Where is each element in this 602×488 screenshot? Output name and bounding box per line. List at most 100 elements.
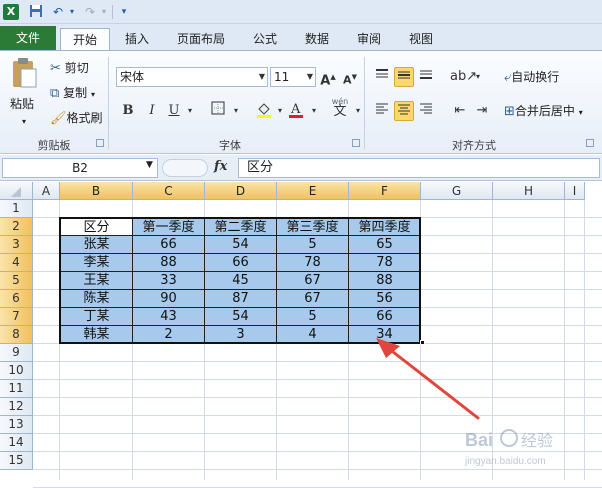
copy-label: 复制 bbox=[63, 86, 88, 100]
row-header-13[interactable]: 13 bbox=[0, 416, 33, 434]
clipboard-launcher-icon[interactable] bbox=[96, 139, 104, 147]
tab-view[interactable]: 视图 bbox=[400, 28, 442, 50]
bold-button[interactable]: B bbox=[118, 101, 138, 121]
row-header-12[interactable]: 12 bbox=[0, 398, 33, 416]
column-header-h[interactable]: H bbox=[493, 182, 565, 200]
paste-button[interactable]: 粘贴 bbox=[10, 95, 34, 113]
merge-center-button[interactable]: ⊞合并后居中 ▾ bbox=[504, 102, 583, 122]
tab-formulas[interactable]: 公式 bbox=[244, 28, 286, 50]
row-header-2[interactable]: 2 bbox=[0, 218, 33, 236]
name-box[interactable]: B2 bbox=[2, 158, 158, 178]
row-header-5[interactable]: 5 bbox=[0, 272, 33, 290]
tab-page-layout[interactable]: 页面布局 bbox=[168, 28, 234, 50]
borders-icon[interactable] bbox=[208, 101, 228, 121]
cut-button[interactable]: ✂ 剪切 bbox=[50, 59, 89, 78]
row-header-10[interactable]: 10 bbox=[0, 362, 33, 380]
font-color-icon[interactable]: A bbox=[286, 101, 306, 121]
annotation-arrow bbox=[376, 338, 480, 420]
row-header-4[interactable]: 4 bbox=[0, 254, 33, 272]
align-center-icon[interactable] bbox=[394, 101, 414, 121]
column-header-a[interactable]: A bbox=[33, 182, 60, 200]
increase-indent-icon[interactable]: ⇥ bbox=[472, 101, 492, 121]
gridline-row bbox=[33, 415, 602, 416]
brush-icon: 🖌 bbox=[50, 111, 67, 126]
phonetic-dropdown-icon[interactable]: ▾ bbox=[348, 101, 368, 121]
tab-data[interactable]: 数据 bbox=[296, 28, 338, 50]
merge-dropdown-icon[interactable]: ▾ bbox=[579, 108, 583, 117]
copy-button[interactable]: ⧉ 复制 ▾ bbox=[50, 84, 95, 104]
paste-dropdown-icon[interactable]: ▾ bbox=[22, 113, 26, 131]
save-icon[interactable] bbox=[28, 4, 44, 20]
align-middle-icon[interactable] bbox=[394, 67, 414, 87]
font-name-dropdown-icon[interactable]: ▼ bbox=[259, 68, 265, 86]
excel-icon[interactable]: X bbox=[3, 4, 19, 20]
font-size-combo[interactable]: 11 ▼ bbox=[270, 67, 316, 87]
copy-dropdown-icon[interactable]: ▾ bbox=[91, 90, 95, 99]
font-name-combo[interactable]: 宋体 ▼ bbox=[116, 67, 268, 87]
row-header-9[interactable]: 9 bbox=[0, 344, 33, 362]
svg-text:jingyan.baidu.com: jingyan.baidu.com bbox=[464, 456, 546, 467]
customize-icon[interactable]: ▾ bbox=[116, 4, 132, 20]
align-top-icon[interactable] bbox=[372, 67, 392, 87]
formula-bar: B2 ▼ fx 区分 bbox=[0, 155, 602, 181]
column-header-c[interactable]: C bbox=[133, 182, 205, 200]
alignment-launcher-icon[interactable] bbox=[586, 139, 594, 147]
align-left-icon[interactable] bbox=[372, 101, 392, 121]
tab-home[interactable]: 开始 bbox=[60, 28, 110, 50]
row-header-8[interactable]: 8 bbox=[0, 326, 33, 344]
row-header-14[interactable]: 14 bbox=[0, 434, 33, 452]
alignment-group-label: 对齐方式 bbox=[452, 139, 496, 152]
orientation-dropdown-icon[interactable]: ▾ bbox=[468, 67, 488, 87]
gridline-row bbox=[33, 379, 602, 380]
wrap-text-button[interactable]: ⤶自动换行 bbox=[504, 68, 559, 87]
column-header-d[interactable]: D bbox=[205, 182, 277, 200]
font-group-label: 字体 bbox=[219, 139, 241, 152]
font-launcher-icon[interactable] bbox=[352, 139, 360, 147]
font-size-dropdown-icon[interactable]: ▼ bbox=[307, 68, 313, 86]
align-right-icon[interactable] bbox=[416, 101, 436, 121]
ribbon-tabs: 文件 开始 插入 页面布局 公式 数据 审阅 视图 bbox=[0, 24, 602, 50]
row-header-15[interactable]: 15 bbox=[0, 452, 33, 470]
column-header-i[interactable]: I bbox=[565, 182, 585, 200]
cut-label: 剪切 bbox=[64, 61, 89, 75]
italic-button[interactable]: I bbox=[142, 101, 162, 121]
row-header-11[interactable]: 11 bbox=[0, 380, 33, 398]
borders-dropdown-icon[interactable]: ▾ bbox=[226, 101, 246, 121]
gridline-row bbox=[33, 397, 602, 398]
merge-center-label: 合并后居中 bbox=[514, 104, 575, 118]
clipboard-group-label: 剪贴板 bbox=[37, 139, 71, 152]
row-header-7[interactable]: 7 bbox=[0, 308, 33, 326]
select-all-corner[interactable] bbox=[0, 182, 33, 200]
decrease-indent-icon[interactable]: ⇤ bbox=[450, 101, 470, 121]
svg-text:Bai: Bai bbox=[465, 430, 493, 450]
shrink-font-icon[interactable]: A▼ bbox=[340, 67, 360, 87]
formula-input[interactable]: 区分 bbox=[238, 158, 600, 178]
column-header-f[interactable]: F bbox=[349, 182, 421, 200]
svg-text:经验: 经验 bbox=[521, 431, 553, 450]
underline-dropdown-icon[interactable]: ▾ bbox=[180, 101, 200, 121]
name-box-dropdown-icon[interactable]: ▼ bbox=[146, 160, 153, 170]
redo-dropdown-icon[interactable]: ▾ bbox=[96, 4, 112, 20]
row-header-1[interactable]: 1 bbox=[0, 200, 33, 218]
tab-insert[interactable]: 插入 bbox=[116, 28, 158, 50]
copy-icon: ⧉ bbox=[50, 86, 60, 101]
tab-review[interactable]: 审阅 bbox=[348, 28, 390, 50]
paste-icon[interactable] bbox=[10, 57, 42, 93]
column-header-b[interactable]: B bbox=[60, 182, 133, 200]
qat-separator bbox=[112, 5, 113, 19]
insert-function-icon[interactable]: fx bbox=[214, 159, 227, 174]
font-color-dropdown-icon[interactable]: ▾ bbox=[304, 101, 324, 121]
wrap-text-label: 自动换行 bbox=[511, 70, 560, 84]
tab-file[interactable]: 文件 bbox=[0, 26, 56, 50]
orientation-icon[interactable]: ab↗ bbox=[450, 67, 477, 87]
font-name-value: 宋体 bbox=[120, 70, 145, 84]
formula-scroll-handle[interactable] bbox=[162, 159, 208, 177]
format-painter-button[interactable]: 🖌格式刷 bbox=[50, 109, 103, 128]
column-header-e[interactable]: E bbox=[277, 182, 349, 200]
column-header-g[interactable]: G bbox=[421, 182, 493, 200]
row-header-6[interactable]: 6 bbox=[0, 290, 33, 308]
row-header-3[interactable]: 3 bbox=[0, 236, 33, 254]
undo-dropdown-icon[interactable]: ▾ bbox=[64, 4, 80, 20]
grow-font-icon[interactable]: A▲ bbox=[318, 67, 338, 88]
align-bottom-icon[interactable] bbox=[416, 67, 436, 87]
